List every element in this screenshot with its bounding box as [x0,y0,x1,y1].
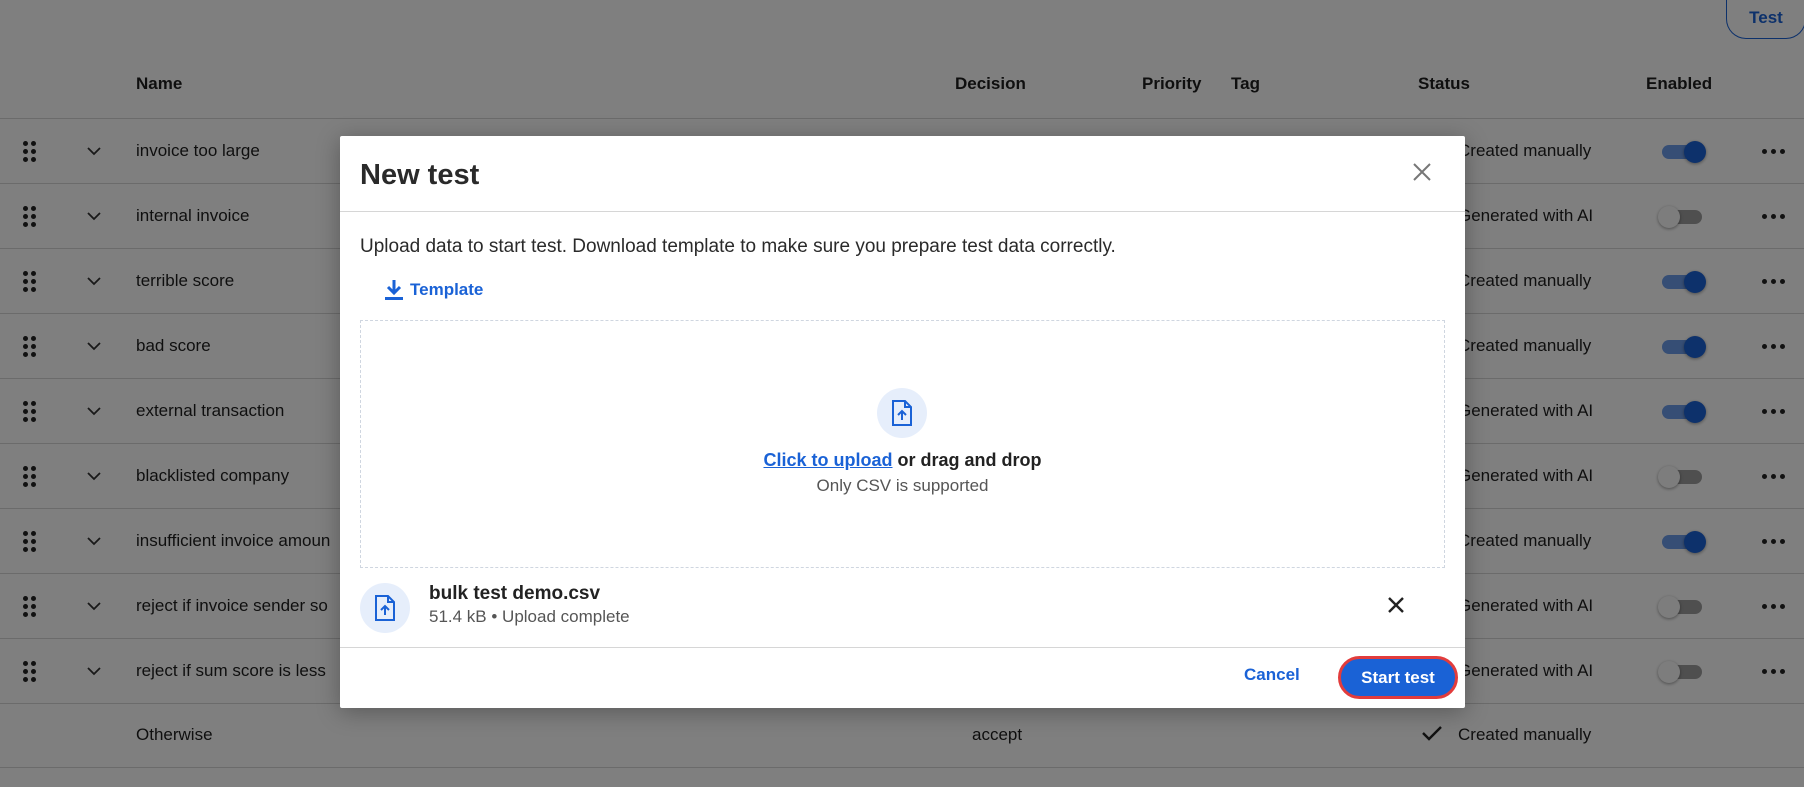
template-label: Template [410,280,484,299]
file-dropzone[interactable]: Click to upload or drag and drop Only CS… [360,320,1445,568]
click-to-upload-link[interactable]: Click to upload [763,450,892,470]
download-icon [385,280,403,300]
drag-drop-text: or drag and drop [892,450,1042,470]
dialog-footer: Cancel Start test [340,647,1465,708]
dialog-header: New test [340,136,1465,212]
new-test-dialog: New test Upload data to start test. Down… [340,136,1465,708]
cancel-button[interactable]: Cancel [1244,665,1300,685]
dialog-description: Upload data to start test. Download temp… [360,236,1116,257]
file-meta: 51.4 kB • Upload complete [429,607,630,626]
file-upload-icon [877,388,927,438]
uploaded-file-item: bulk test demo.csv 51.4 kB • Upload comp… [360,577,1445,637]
dropzone-hint: Only CSV is supported [816,476,989,495]
file-icon [360,583,410,633]
dialog-title: New test [360,159,480,191]
dropzone-instructions: Click to upload or drag and drop [361,450,1444,471]
template-download-link[interactable]: Template [384,279,483,301]
close-icon[interactable] [1410,160,1434,184]
file-name: bulk test demo.csv [429,583,601,604]
start-test-button[interactable]: Start test [1338,656,1458,699]
remove-file-icon[interactable] [1384,593,1408,617]
